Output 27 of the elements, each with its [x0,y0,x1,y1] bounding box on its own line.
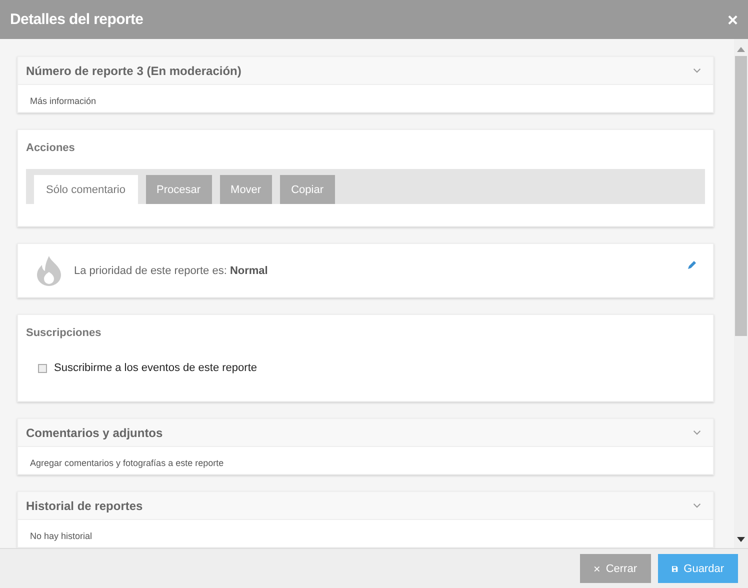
panel-title[interactable]: Número de reporte 3 (En moderación) [26,64,242,78]
chevron-icon[interactable] [693,68,701,73]
checkbox-label: Suscribirme a los eventos de este reporte [54,362,257,374]
close-button[interactable]: × [725,10,740,28]
panel-title: Acciones [26,142,75,154]
panel-text: Más información [30,96,96,106]
panel-text: Agregar comentarios y fotografías a este reporte [30,458,224,468]
close-icon [594,564,600,572]
chevron-icon[interactable] [693,430,701,435]
panel-text: No hay historial [30,531,92,541]
action-tab[interactable]: Sólo comentario [34,175,138,204]
action-tab[interactable]: Copiar [280,175,334,204]
panel-title[interactable]: Historial de reportes [26,498,143,512]
panel-title[interactable]: Comentarios y adjuntos [26,426,163,440]
subscribe-checkbox[interactable] [38,364,47,372]
action-tab[interactable]: Procesar [146,175,212,204]
footer-button[interactable]: Guardar [658,554,738,583]
dialog-title: Detalles del reporte [10,11,144,28]
panel-title: Suscripciones [26,327,102,339]
chevron-icon[interactable] [693,503,701,508]
scrollbar[interactable] [734,39,748,548]
priority-text: La prioridad de este reporte es: Normal [74,264,268,276]
scroll-down-icon[interactable] [737,537,745,542]
footer-button[interactable]: Cerrar [580,554,651,583]
action-tab[interactable]: Mover [220,175,272,204]
edit-icon[interactable] [687,260,697,270]
flame-icon [36,254,62,286]
